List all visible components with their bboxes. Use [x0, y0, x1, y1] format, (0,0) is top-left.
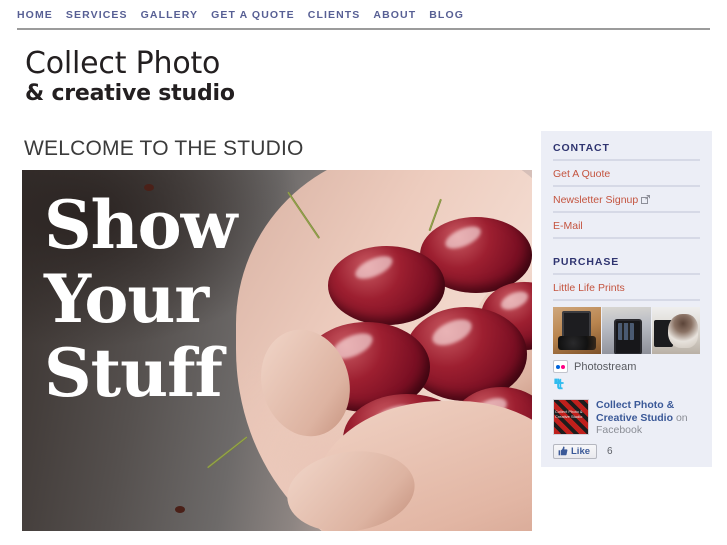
thumbnail-dog-tablet[interactable] [651, 307, 700, 354]
nav-get-a-quote[interactable]: GET A QUOTE [211, 8, 308, 22]
logo-secondary-text: & creative studio [25, 81, 235, 106]
twitter-link[interactable] [553, 377, 700, 391]
contact-link-get-a-quote[interactable]: Get A Quote [553, 167, 610, 181]
thumbnail-person-tablet[interactable] [602, 307, 651, 354]
cherry-shape [328, 245, 446, 326]
logo-primary-text: Collect Photo [25, 46, 221, 81]
nav-item: SERVICES [66, 8, 141, 22]
nav-about[interactable]: ABOUT [373, 8, 429, 22]
sidebar: CONTACT Get A Quote Newsletter Signup E-… [541, 131, 712, 467]
facebook-page-name-block: Collect Photo & Creative Studio on Faceb… [596, 399, 700, 437]
purchase-thumbnail-strip [553, 307, 700, 354]
facebook-network-name: Facebook [596, 424, 643, 436]
hero-headline: Show Your Stuff [44, 188, 344, 410]
widget-purchase: PURCHASE Little Life Prints Photostream … [541, 253, 712, 459]
twitter-icon [553, 377, 567, 391]
nav-item: GALLERY [141, 8, 211, 22]
nav-home[interactable]: HOME [17, 8, 66, 22]
list-item: Little Life Prints [553, 275, 700, 301]
purchase-widget-title: PURCHASE [553, 253, 700, 275]
cherry-stem-nub [175, 505, 185, 513]
facebook-avatar-caption: Collect Photo & Creative Studio [555, 409, 583, 419]
photostream-link[interactable]: Photostream [574, 361, 636, 373]
widget-contact: CONTACT Get A Quote Newsletter Signup E-… [541, 139, 712, 239]
thumbnail-suitcase-tablet[interactable] [553, 307, 602, 354]
list-item: Newsletter Signup [553, 187, 700, 213]
contact-link-list: Get A Quote Newsletter Signup E-Mail [553, 161, 700, 239]
main-content: WELCOME TO THE STUDIO Show Your Stuff [22, 136, 532, 531]
nav-item: GET A QUOTE [211, 8, 308, 22]
page-title: WELCOME TO THE STUDIO [24, 137, 304, 160]
contact-link-newsletter-signup[interactable]: Newsletter Signup [553, 193, 651, 207]
list-item: Get A Quote [553, 161, 700, 187]
hero-headline-line-1: Show [44, 186, 238, 264]
purchase-link-little-life-prints[interactable]: Little Life Prints [553, 281, 625, 295]
nav-item: HOME [17, 8, 66, 22]
facebook-like-count: 6 [607, 445, 613, 457]
facebook-like-button[interactable]: Like [553, 443, 598, 459]
hero-banner[interactable]: Show Your Stuff [22, 170, 532, 531]
hero-headline-line-3: Stuff [44, 334, 223, 412]
top-navigation: HOME SERVICES GALLERY GET A QUOTE CLIENT… [17, 8, 710, 30]
nav-item: ABOUT [373, 8, 429, 22]
nav-item: CLIENTS [308, 8, 374, 22]
contact-link-newsletter-label: Newsletter Signup [553, 194, 639, 206]
site-logo[interactable]: Collect Photo & creative studio [25, 47, 485, 107]
nav-list: HOME SERVICES GALLERY GET A QUOTE CLIENT… [17, 8, 710, 22]
nav-clients[interactable]: CLIENTS [308, 8, 374, 22]
facebook-like-label: Like [571, 445, 591, 457]
contact-widget-title: CONTACT [553, 139, 700, 161]
photostream-row: Photostream [553, 354, 700, 375]
thumbs-up-icon [558, 446, 568, 456]
facebook-like-box: Collect Photo & Creative Studio Collect … [553, 395, 700, 459]
nav-services[interactable]: SERVICES [66, 8, 141, 22]
nav-item: BLOG [429, 8, 477, 22]
contact-link-email[interactable]: E-Mail [553, 219, 583, 233]
nav-blog[interactable]: BLOG [429, 8, 477, 22]
external-link-icon [641, 194, 651, 204]
facebook-on-word: on [675, 411, 688, 424]
list-item: E-Mail [553, 213, 700, 239]
facebook-page-header: Collect Photo & Creative Studio Collect … [553, 399, 700, 437]
twitter-row [553, 375, 700, 395]
facebook-page-avatar: Collect Photo & Creative Studio [553, 399, 589, 435]
flickr-icon [553, 360, 568, 373]
facebook-actions: Like 6 [553, 443, 700, 459]
purchase-link-list: Little Life Prints [553, 275, 700, 301]
nav-gallery[interactable]: GALLERY [141, 8, 211, 22]
hero-headline-line-2: Your [44, 260, 209, 338]
facebook-page-link[interactable]: Collect Photo & Creative Studio [596, 399, 674, 424]
